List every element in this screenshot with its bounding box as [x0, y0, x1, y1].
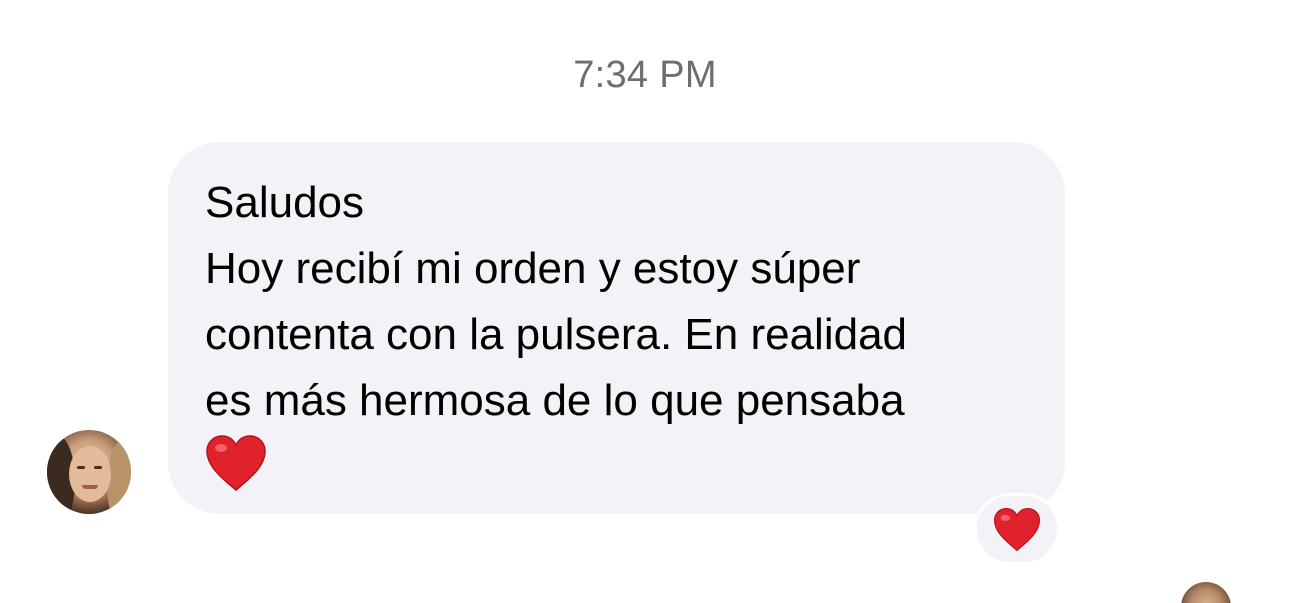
avatar-mouth [82, 485, 98, 489]
message-line: Hoy recibí mi orden y estoy súper [205, 244, 861, 293]
avatar-eye [94, 466, 102, 469]
message-line: contenta con la pulsera. En realidad [205, 310, 908, 359]
heart-icon [993, 507, 1041, 551]
avatar-face [69, 446, 111, 502]
conversation-view: 7:34 PM Saludos Hoy recibí mi orden y es… [0, 0, 1290, 603]
heart-reaction-badge[interactable] [974, 493, 1060, 565]
sender-avatar[interactable] [47, 430, 131, 514]
heart-emoji-icon [205, 434, 1029, 492]
avatar-eye [77, 466, 85, 469]
heart-icon [206, 435, 266, 491]
incoming-message-bubble[interactable]: Saludos Hoy recibí mi orden y estoy súpe… [168, 142, 1065, 514]
message-timestamp: 7:34 PM [573, 54, 717, 96]
message-line: es más hermosa de lo que pensaba [205, 376, 905, 425]
read-receipt-avatar [1181, 582, 1231, 603]
message-line: Saludos [205, 178, 365, 227]
